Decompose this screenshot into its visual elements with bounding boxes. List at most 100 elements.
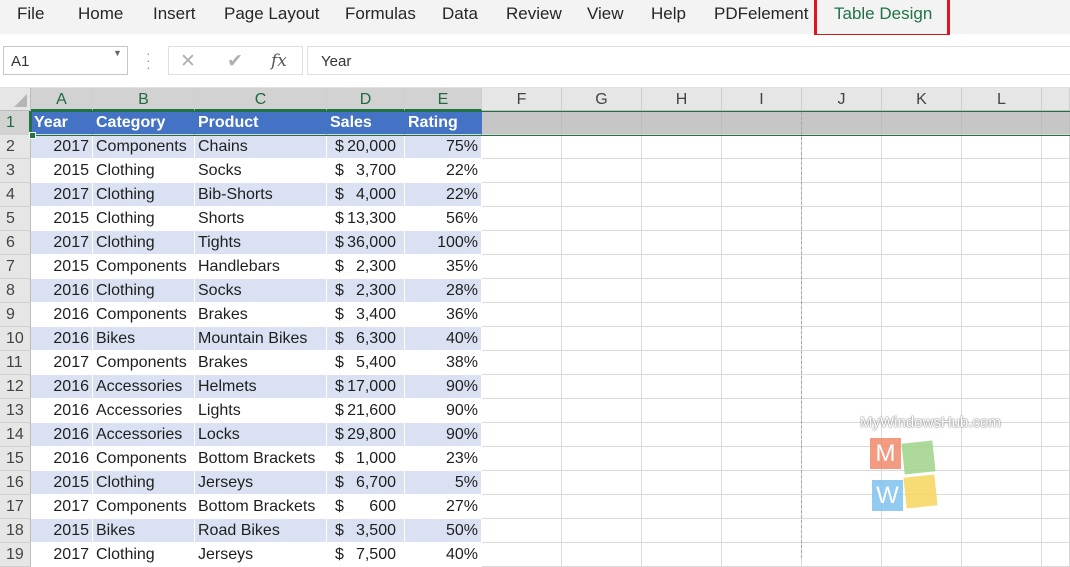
empty-cell[interactable] [562,279,642,303]
empty-cell[interactable] [882,543,962,567]
table-cell-year[interactable]: 2016 [31,303,93,327]
empty-cell[interactable] [482,327,562,351]
table-cell-category[interactable]: Clothing [93,471,195,495]
empty-cell[interactable] [802,159,882,183]
table-cell-year[interactable]: 2016 [31,447,93,471]
table-cell-year[interactable]: 2015 [31,159,93,183]
table-cell-product[interactable]: Helmets [195,375,327,399]
enter-icon[interactable]: ✔ [227,50,243,73]
empty-cell[interactable] [562,375,642,399]
row-header-12[interactable]: 12 [0,375,31,399]
empty-cell[interactable] [642,351,722,375]
empty-cell[interactable] [562,447,642,471]
insert-function-icon[interactable]: fx [271,51,287,71]
name-box[interactable]: A1 [3,46,128,75]
tab-data[interactable]: Data [442,4,478,24]
empty-cell[interactable] [722,183,802,207]
empty-cell[interactable] [882,255,962,279]
chevron-down-icon[interactable]: ▼ [113,48,122,58]
empty-cell[interactable] [482,519,562,543]
table-cell-year[interactable]: 2015 [31,471,93,495]
table-cell-sales[interactable]: $3,400 [327,303,405,327]
column-header-a[interactable]: A [31,88,93,111]
empty-cell[interactable] [482,207,562,231]
column-header-h[interactable]: H [642,88,722,111]
empty-cell[interactable] [482,183,562,207]
empty-cell[interactable] [1042,303,1070,327]
empty-cell[interactable] [722,519,802,543]
empty-cell[interactable] [562,423,642,447]
tab-help[interactable]: Help [651,4,686,24]
table-cell-category[interactable]: Accessories [93,423,195,447]
column-header-g[interactable]: G [562,88,642,111]
table-cell-sales[interactable]: $2,300 [327,279,405,303]
empty-cell[interactable] [562,495,642,519]
empty-cell[interactable] [1042,543,1070,567]
table-cell-sales[interactable]: $17,000 [327,375,405,399]
empty-cell[interactable] [562,471,642,495]
row-header-8[interactable]: 8 [0,279,31,303]
column-header-f[interactable]: F [482,88,562,111]
tab-insert[interactable]: Insert [153,4,196,24]
column-header-c[interactable]: C [195,88,327,111]
table-cell-rating[interactable]: 90% [405,423,482,447]
table-cell-category[interactable]: Components [93,351,195,375]
row-header-9[interactable]: 9 [0,303,31,327]
table-cell-rating[interactable]: 75% [405,135,482,159]
empty-cell[interactable] [722,255,802,279]
table-cell-year[interactable]: 2015 [31,519,93,543]
empty-cell[interactable] [1042,471,1070,495]
row-header-6[interactable]: 6 [0,231,31,255]
empty-cell[interactable] [882,375,962,399]
table-cell-category[interactable]: Components [93,135,195,159]
empty-cell[interactable] [882,135,962,159]
empty-cell[interactable] [642,255,722,279]
empty-cell[interactable] [1042,183,1070,207]
column-header-d[interactable]: D [327,88,405,111]
empty-cell[interactable] [882,351,962,375]
empty-cell[interactable] [802,135,882,159]
row-header-2[interactable]: 2 [0,135,31,159]
empty-cell[interactable] [642,207,722,231]
empty-cell[interactable] [562,543,642,567]
empty-cell[interactable] [1042,351,1070,375]
table-cell-rating[interactable]: 40% [405,543,482,567]
table-cell-category[interactable]: Bikes [93,327,195,351]
empty-cell[interactable] [642,423,722,447]
empty-cell[interactable] [482,231,562,255]
empty-cell[interactable] [562,231,642,255]
table-cell-product[interactable]: Bib-Shorts [195,183,327,207]
empty-cell[interactable] [962,255,1042,279]
empty-cell[interactable] [802,231,882,255]
table-cell-rating[interactable]: 27% [405,495,482,519]
empty-cell[interactable] [642,399,722,423]
empty-cell[interactable] [642,375,722,399]
table-cell-product[interactable]: Bottom Brackets [195,495,327,519]
empty-cell[interactable] [482,159,562,183]
empty-cell[interactable] [642,159,722,183]
tab-home[interactable]: Home [78,4,123,24]
table-cell-category[interactable]: Components [93,255,195,279]
table-cell-sales[interactable]: $3,500 [327,519,405,543]
table-cell-category[interactable]: Accessories [93,399,195,423]
table-cell-rating[interactable]: 22% [405,183,482,207]
empty-cell[interactable] [562,351,642,375]
table-cell-year[interactable]: 2016 [31,423,93,447]
empty-cell[interactable] [722,447,802,471]
empty-cell[interactable] [1042,159,1070,183]
table-cell-sales[interactable]: $13,300 [327,207,405,231]
empty-cell[interactable] [882,327,962,351]
table-cell-year[interactable]: 2017 [31,135,93,159]
table-cell-sales[interactable]: $20,000 [327,135,405,159]
table-cell-rating[interactable]: 36% [405,303,482,327]
empty-cell[interactable] [482,471,562,495]
table-cell-year[interactable]: 2017 [31,543,93,567]
empty-cell[interactable] [642,495,722,519]
empty-cell[interactable] [642,543,722,567]
row-header-1[interactable]: 1 [0,111,31,135]
fill-handle[interactable] [29,132,36,139]
empty-cell[interactable] [882,303,962,327]
empty-cell[interactable] [1042,255,1070,279]
table-cell-product[interactable]: Bottom Brackets [195,447,327,471]
empty-cell[interactable] [802,375,882,399]
